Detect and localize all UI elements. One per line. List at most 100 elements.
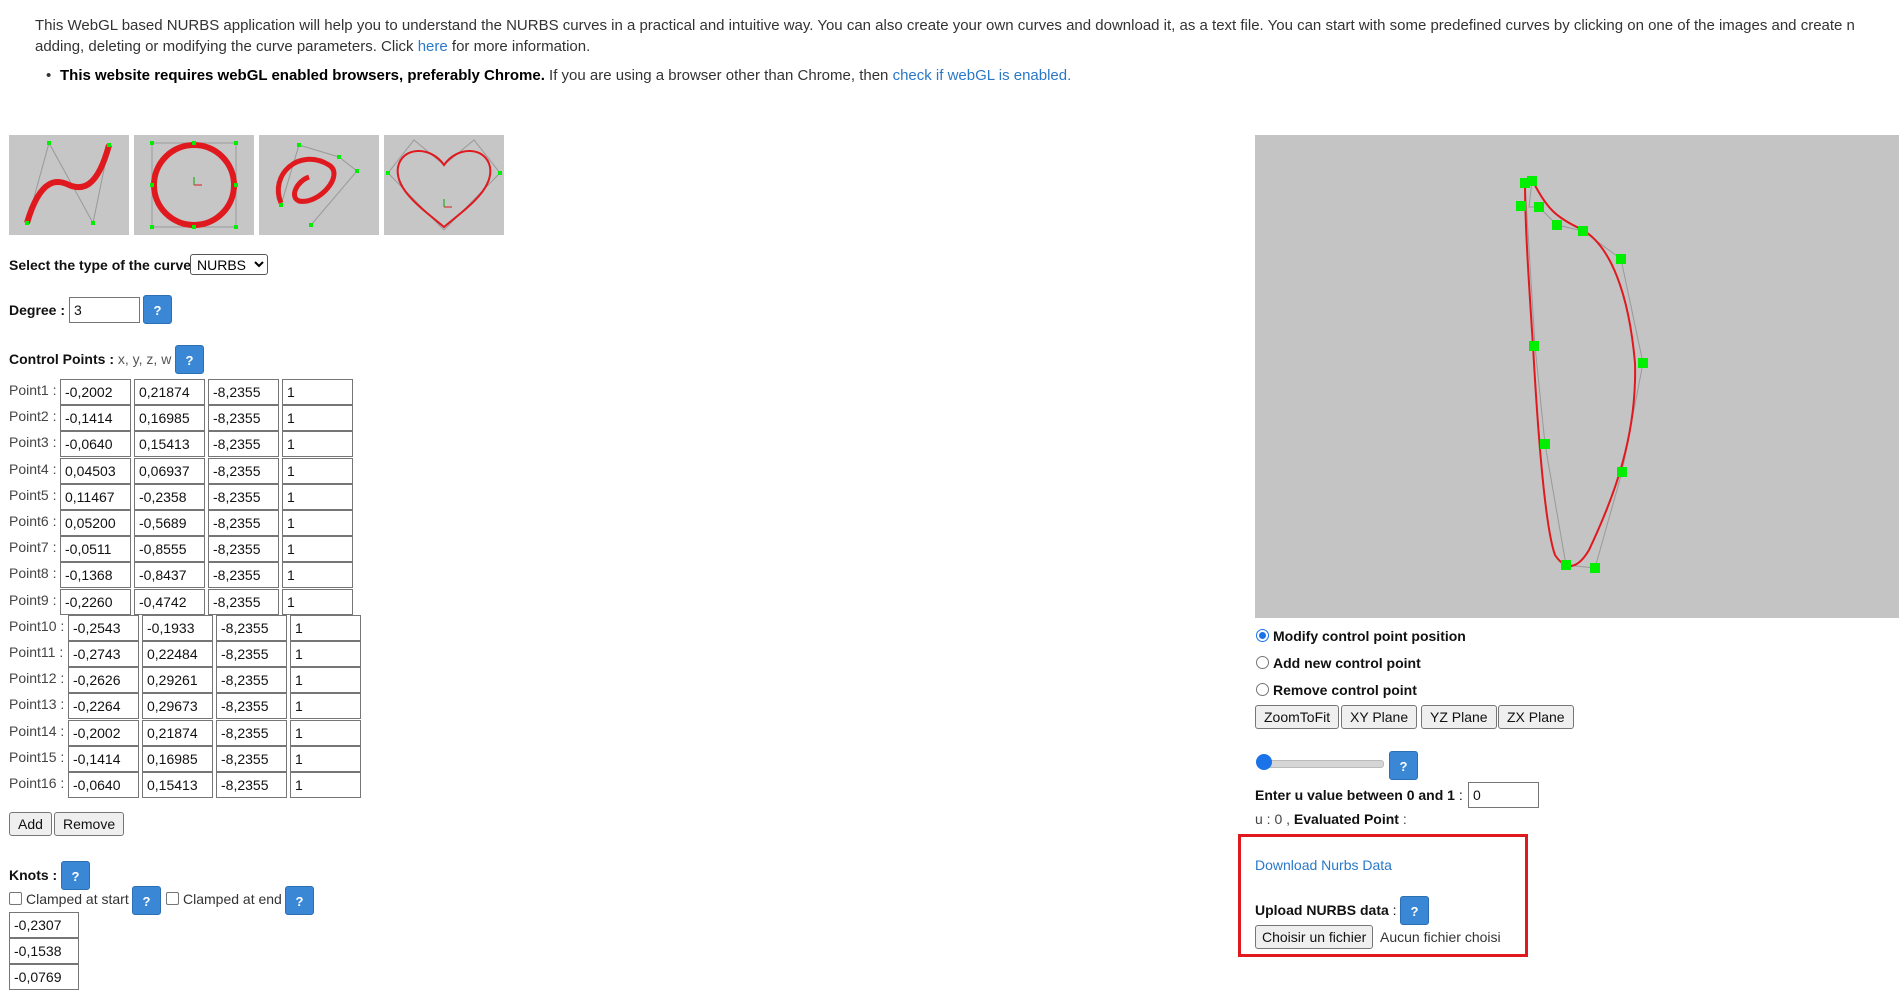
- point-y-input[interactable]: [142, 641, 213, 667]
- knots-help-button[interactable]: ?: [61, 861, 90, 890]
- point-x-input[interactable]: [60, 379, 131, 405]
- point-w-input[interactable]: [290, 641, 361, 667]
- point-w-input[interactable]: [290, 667, 361, 694]
- point-x-input[interactable]: [68, 719, 139, 746]
- remove-point-button[interactable]: Remove: [54, 812, 125, 836]
- u-slider-handle[interactable]: [1256, 754, 1272, 770]
- nurbs-viewer-canvas[interactable]: [1255, 135, 1899, 618]
- clamped-end-checkbox[interactable]: [166, 892, 179, 905]
- point-y-input[interactable]: [142, 745, 213, 772]
- u-slider-help-button[interactable]: ?: [1389, 751, 1418, 780]
- point-w-input[interactable]: [282, 562, 353, 589]
- point-z-input[interactable]: [216, 614, 287, 641]
- u-value-input[interactable]: [1468, 782, 1539, 808]
- point-w-input[interactable]: [290, 614, 361, 641]
- point-z-input[interactable]: [216, 667, 287, 694]
- point-w-input[interactable]: [282, 536, 353, 563]
- knot-input[interactable]: [9, 938, 79, 964]
- point-x-input[interactable]: [60, 562, 131, 589]
- point-w-input[interactable]: [282, 588, 353, 615]
- point-z-input[interactable]: [208, 379, 279, 405]
- point-y-input[interactable]: [142, 693, 213, 720]
- point-y-input[interactable]: [134, 588, 205, 615]
- point-w-input[interactable]: [282, 510, 353, 536]
- choose-file-button[interactable]: Choisir un fichier: [1255, 925, 1374, 949]
- modify-point-radio[interactable]: [1256, 629, 1269, 642]
- preset-circle[interactable]: [134, 135, 254, 235]
- point-x-input[interactable]: [68, 745, 139, 772]
- clamped-start-help-button[interactable]: ?: [132, 886, 161, 915]
- add-point-radio[interactable]: [1256, 656, 1269, 669]
- point-w-input[interactable]: [282, 483, 353, 510]
- add-point-button[interactable]: Add: [9, 812, 52, 836]
- control-point-marker: [1638, 358, 1648, 368]
- point-w-input[interactable]: [282, 379, 353, 405]
- point-x-input[interactable]: [60, 510, 131, 536]
- point-y-input[interactable]: [134, 457, 205, 484]
- remove-point-radio[interactable]: [1256, 683, 1269, 696]
- point-w-input[interactable]: [290, 745, 361, 772]
- point-x-input[interactable]: [60, 536, 131, 563]
- point-w-input[interactable]: [282, 457, 353, 484]
- point-y-input[interactable]: [134, 431, 205, 458]
- degree-help-button[interactable]: ?: [143, 295, 172, 324]
- point-z-input[interactable]: [216, 693, 287, 720]
- point-z-input[interactable]: [216, 719, 287, 746]
- point-y-input[interactable]: [134, 510, 205, 536]
- point-z-input[interactable]: [216, 772, 287, 798]
- upload-help-button[interactable]: ?: [1400, 896, 1429, 925]
- point-z-input[interactable]: [208, 588, 279, 615]
- point-x-input[interactable]: [60, 588, 131, 615]
- download-nurbs-link[interactable]: Download Nurbs Data: [1255, 857, 1392, 873]
- point-y-input[interactable]: [134, 379, 205, 405]
- point-z-input[interactable]: [208, 536, 279, 563]
- point-z-input[interactable]: [208, 510, 279, 536]
- u-slider-track[interactable]: [1262, 760, 1384, 768]
- point-w-input[interactable]: [290, 719, 361, 746]
- point-z-input[interactable]: [216, 641, 287, 667]
- point-z-input[interactable]: [216, 745, 287, 772]
- point-y-input[interactable]: [142, 667, 213, 694]
- clamped-end-help-button[interactable]: ?: [285, 886, 314, 915]
- check-webgl-link[interactable]: check if webGL is enabled.: [893, 67, 1072, 84]
- zx-plane-button[interactable]: ZX Plane: [1498, 705, 1574, 729]
- point-x-input[interactable]: [68, 641, 139, 667]
- point-x-input[interactable]: [68, 667, 139, 694]
- yz-plane-button[interactable]: YZ Plane: [1421, 705, 1497, 729]
- point-y-input[interactable]: [134, 483, 205, 510]
- point-y-input[interactable]: [134, 536, 205, 563]
- point-w-input[interactable]: [282, 431, 353, 458]
- knot-input[interactable]: [9, 964, 79, 990]
- point-x-input[interactable]: [60, 431, 131, 458]
- point-x-input[interactable]: [68, 772, 139, 798]
- point-y-input[interactable]: [134, 405, 205, 432]
- point-y-input[interactable]: [142, 614, 213, 641]
- here-link[interactable]: here: [418, 38, 448, 55]
- point-y-input[interactable]: [142, 719, 213, 746]
- preset-s-curve[interactable]: [9, 135, 129, 235]
- point-w-input[interactable]: [282, 405, 353, 432]
- point-w-input[interactable]: [290, 693, 361, 720]
- point-x-input[interactable]: [60, 457, 131, 484]
- clamped-start-checkbox[interactable]: [9, 892, 22, 905]
- knot-input[interactable]: [9, 912, 79, 938]
- point-x-input[interactable]: [60, 483, 131, 510]
- point-z-input[interactable]: [208, 457, 279, 484]
- point-x-input[interactable]: [68, 614, 139, 641]
- point-z-input[interactable]: [208, 483, 279, 510]
- xy-plane-button[interactable]: XY Plane: [1341, 705, 1418, 729]
- curve-type-select[interactable]: NURBS: [190, 254, 268, 275]
- point-x-input[interactable]: [68, 693, 139, 720]
- zoom-to-fit-button[interactable]: ZoomToFit: [1255, 705, 1340, 729]
- degree-input[interactable]: [69, 297, 140, 323]
- control-points-help-button[interactable]: ?: [175, 345, 204, 374]
- preset-spiral[interactable]: [259, 135, 379, 235]
- point-z-input[interactable]: [208, 405, 279, 432]
- point-y-input[interactable]: [134, 562, 205, 589]
- point-x-input[interactable]: [60, 405, 131, 432]
- point-z-input[interactable]: [208, 562, 279, 589]
- point-y-input[interactable]: [142, 772, 213, 798]
- preset-heart[interactable]: [384, 135, 504, 235]
- point-z-input[interactable]: [208, 431, 279, 458]
- point-w-input[interactable]: [290, 772, 361, 798]
